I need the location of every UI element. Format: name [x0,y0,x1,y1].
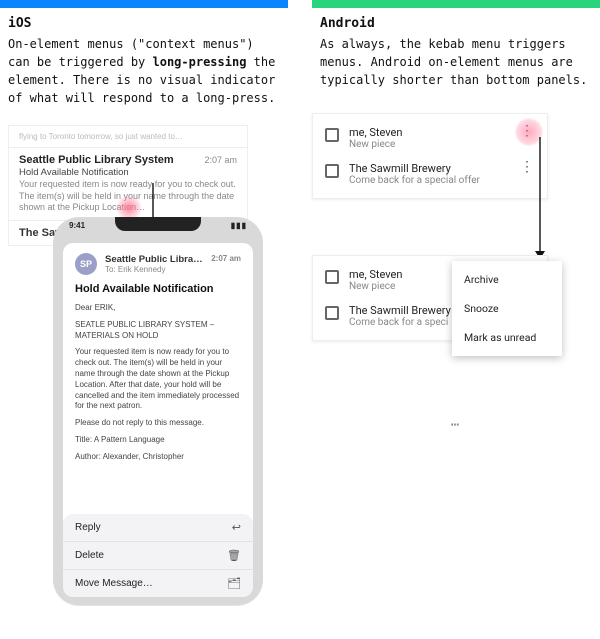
email-p3: Your requested item is now ready for you… [75,347,241,412]
status-signal: ▮▮▮ [231,221,247,230]
email-to: To: Erik Kennedy [105,265,241,274]
ios-body: On-element menus ("context menus") can b… [8,35,280,107]
menu-item-snooze[interactable]: Snooze [452,294,562,323]
android-list-before: me, Steven New piece ⋮ The Sawmill Brewe… [312,113,548,199]
ios-body-bold: long-pressing [153,55,247,69]
android-accent-bar [312,0,600,8]
folder-icon: 🗂 [227,577,241,590]
android-heading: Android [320,16,600,31]
email-p5: Title: A Pattern Language [75,435,241,446]
action-delete-label: Delete [75,550,104,561]
email-from: Seattle Public Libra… [105,254,203,265]
email-p1: Dear ERIK, [75,303,241,314]
avatar: SP [75,253,97,275]
status-time: 9:41 [69,221,85,230]
status-bar: 9:41 ▮▮▮ [53,221,263,230]
footer-ellipsis: ⋯ [312,417,600,433]
ios-heading: iOS [8,16,288,31]
checkbox[interactable] [325,270,339,284]
list-item-subject: Hold Available Notification [19,167,237,178]
list-item[interactable]: me, Steven New piece ⋮ [313,120,547,156]
list-item-time: 2:07 am [204,155,237,165]
android-illustration: me, Steven New piece ⋮ The Sawmill Brewe… [312,113,572,393]
ios-illustration: flying to Toronto tomorrow, so just want… [8,125,278,605]
list-row-faded: flying to Toronto tomorrow, so just want… [9,126,247,148]
kebab-icon[interactable]: ⋮ [518,126,535,136]
email-p4: Please do not reply to this message. [75,418,241,429]
checkbox[interactable] [325,128,339,142]
row-line1: me, Steven [349,126,508,139]
trash-icon: 🗑 [227,549,241,562]
android-column: Android As always, the kebab menu trigge… [312,0,600,605]
checkbox[interactable] [325,164,339,178]
android-popup-menu: Archive Snooze Mark as unread [452,261,562,356]
action-move[interactable]: Move Message… 🗂 [63,570,253,597]
row-line1: The Sawmill Brewery [349,162,508,175]
iphone-mock: 9:41 ▮▮▮ SP Seattle Public Libra… 2:07 a… [53,217,263,605]
ios-accent-bar [0,0,288,8]
checkbox[interactable] [325,306,339,320]
action-move-label: Move Message… [75,578,153,589]
email-subject: Hold Available Notification [75,283,241,295]
list-row-selected[interactable]: Seattle Public Library System 2:07 am Ho… [9,148,247,221]
email-p6: Author: Alexander, Christopher [75,452,241,463]
email-p2: SEATLE PUBLIC LIBRARY SYSTEM – MATERIALS… [75,320,241,342]
kebab-icon[interactable]: ⋮ [518,162,535,172]
action-delete[interactable]: Delete 🗑 [63,542,253,570]
list-item-title: Seattle Public Library System [19,154,174,166]
email-from-time: 2:07 am [211,254,241,263]
ios-column: iOS On-element menus ("context menus") c… [0,0,288,605]
action-reply[interactable]: Reply ↩︎ [63,514,253,542]
menu-item-archive[interactable]: Archive [452,265,562,294]
android-body: As always, the kebab menu triggers menus… [320,35,592,89]
row-line2: Come back for a special offer [349,175,508,186]
list-item-preview: Your requested item is now ready for you… [19,179,237,214]
menu-item-mark-unread[interactable]: Mark as unread [452,323,562,352]
row-line2: New piece [349,139,508,150]
list-item[interactable]: The Sawmill Brewery Come back for a spec… [313,156,547,192]
reply-icon: ↩︎ [232,521,241,534]
context-menu: Reply ↩︎ Delete 🗑 Move Message… 🗂 [63,514,253,597]
email-preview-card: SP Seattle Public Libra… 2:07 am To: Eri… [63,243,253,531]
action-reply-label: Reply [75,522,101,533]
